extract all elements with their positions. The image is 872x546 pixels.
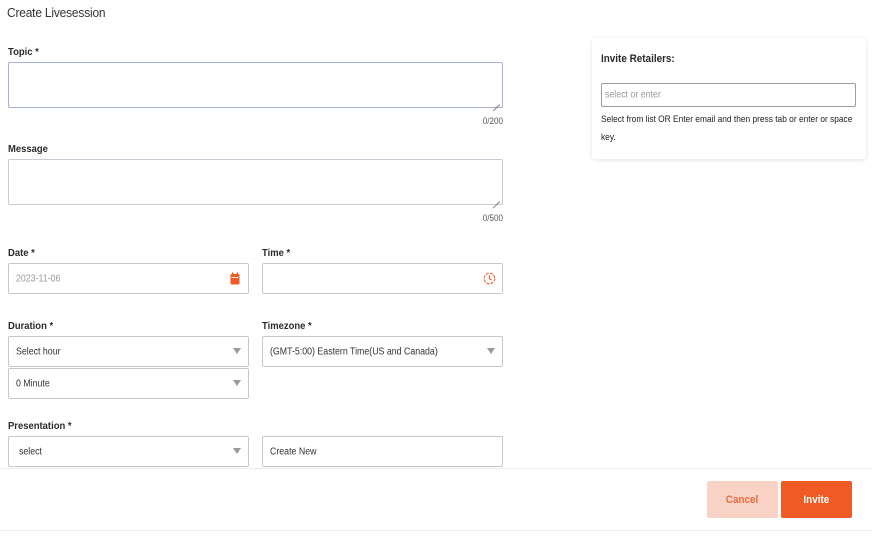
create-new-value: Create New (270, 446, 317, 457)
invite-button-label: Invite (803, 493, 830, 506)
timezone-select[interactable]: (GMT-5:00) Eastern Time(US and Canada) (262, 336, 503, 367)
date-label: Date * (8, 247, 35, 259)
invite-button[interactable]: Invite (781, 481, 852, 518)
chevron-down-icon (487, 347, 495, 354)
invite-retailers-help: Select from list OR Enter email and then… (601, 114, 853, 143)
time-label: Time * (262, 247, 291, 259)
chevron-down-icon (233, 447, 241, 454)
date-value: 2023-11-06 (16, 273, 61, 284)
duration-hour-value: Select hour (16, 346, 61, 357)
topic-counter: 0/200 (482, 116, 503, 126)
timezone-value: (GMT-5:00) Eastern Time(US and Canada) (270, 346, 438, 357)
cancel-button-label: Cancel (726, 493, 759, 506)
chevron-down-icon (233, 347, 241, 354)
calendar-icon[interactable] (230, 272, 240, 285)
presentation-select[interactable]: select (8, 436, 249, 467)
message-textarea[interactable] (8, 159, 503, 205)
duration-label: Duration * (8, 320, 54, 332)
message-counter: 0/500 (482, 213, 503, 223)
cancel-button[interactable]: Cancel (707, 481, 778, 518)
duration-minute-value: 0 Minute (16, 378, 50, 389)
resize-grip-icon[interactable] (493, 195, 500, 202)
create-new-presentation-input[interactable]: Create New (262, 436, 503, 467)
duration-minute-select[interactable]: 0 Minute (8, 368, 249, 399)
footer-divider (0, 468, 872, 469)
time-input[interactable] (262, 263, 503, 294)
topic-textarea[interactable] (8, 62, 503, 108)
chevron-down-icon (233, 379, 241, 386)
topic-label: Topic * (8, 46, 39, 58)
invite-retailers-title: Invite Retailers: (601, 53, 675, 65)
presentation-value: select (19, 446, 42, 457)
page-title: Create Livesession (7, 5, 106, 20)
invite-retailers-card: Invite Retailers: select or enter Select… (592, 38, 866, 159)
invite-retailers-placeholder: select or enter (605, 89, 661, 101)
bottom-divider (0, 530, 872, 531)
resize-grip-icon[interactable] (493, 98, 500, 105)
presentation-label: Presentation * (8, 420, 72, 432)
timezone-label: Timezone * (262, 320, 312, 332)
message-label: Message (8, 143, 48, 155)
date-input[interactable]: 2023-11-06 (8, 263, 249, 294)
clock-icon[interactable] (483, 272, 496, 285)
invite-retailers-input[interactable]: select or enter (601, 83, 856, 107)
duration-hour-select[interactable]: Select hour (8, 336, 249, 367)
